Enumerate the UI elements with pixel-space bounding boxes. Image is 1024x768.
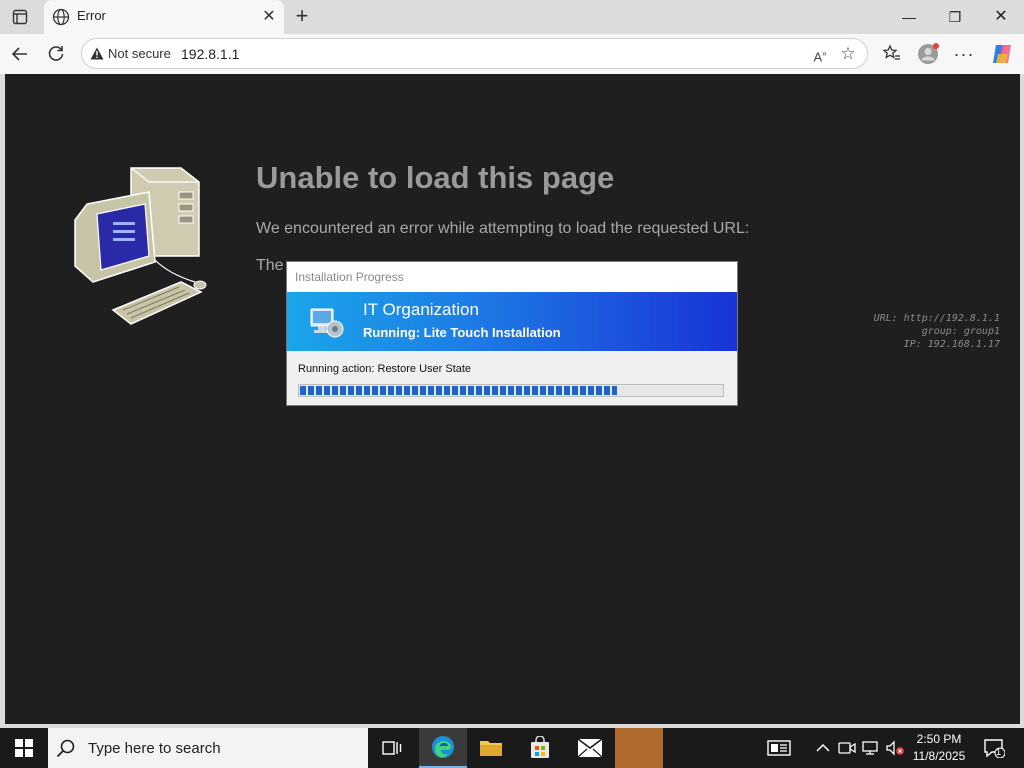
favorite-star-icon[interactable]: ☆ bbox=[838, 44, 858, 64]
edge-taskbar-icon[interactable] bbox=[419, 728, 467, 768]
clock-time[interactable]: 2:50 PM bbox=[904, 732, 974, 746]
search-icon bbox=[56, 738, 76, 758]
progress-fill bbox=[300, 386, 617, 395]
meta-url: URL: http://192.8.1.1 bbox=[873, 313, 1000, 324]
dialog-title: Installation Progress bbox=[295, 270, 404, 284]
tab-actions-icon[interactable] bbox=[8, 7, 32, 27]
running-task: Running: Lite Touch Installation bbox=[363, 325, 561, 340]
dialog-banner: IT Organization Running: Lite Touch Inst… bbox=[287, 292, 737, 351]
browser-toolbar: Not secure 192.8.1.1 A» ☆ ··· bbox=[0, 34, 1024, 74]
copilot-icon[interactable] bbox=[990, 42, 1014, 66]
diagnostic-info: URL: http://192.8.1.1 group: group1 IP: … bbox=[874, 312, 1000, 351]
dialog-titlebar[interactable]: Installation Progress bbox=[287, 262, 737, 292]
error-details-partial: The bbox=[256, 257, 284, 274]
taskbar: Type here to search 2:50 PM 11/8/2025 1 bbox=[0, 728, 1024, 768]
tab-error[interactable]: Error ✕ bbox=[44, 0, 284, 34]
organization-name: IT Organization bbox=[363, 300, 479, 319]
progress-bar bbox=[298, 384, 724, 397]
meet-now-icon[interactable] bbox=[837, 738, 857, 758]
volume-muted-icon[interactable] bbox=[885, 738, 905, 758]
read-aloud-icon[interactable]: A» bbox=[810, 44, 830, 64]
restore-button[interactable]: ❐ bbox=[932, 4, 978, 30]
page-title: Unable to load this page bbox=[256, 160, 615, 195]
tab-strip: Error ✕ + — ❐ ✕ bbox=[0, 0, 1024, 34]
file-explorer-icon[interactable] bbox=[467, 728, 515, 768]
address-bar[interactable]: Not secure 192.8.1.1 A» ☆ bbox=[81, 38, 868, 69]
news-widget-icon[interactable] bbox=[766, 738, 792, 758]
notification-center-icon[interactable]: 1 bbox=[982, 738, 1006, 758]
taskbar-search-box[interactable]: Type here to search bbox=[48, 728, 368, 768]
task-view-icon[interactable] bbox=[368, 728, 416, 768]
back-arrow-icon[interactable] bbox=[8, 42, 32, 66]
tab-title: Error bbox=[77, 8, 106, 23]
meta-ip: IP: 192.168.1.17 bbox=[903, 339, 1000, 350]
close-window-button[interactable]: ✕ bbox=[978, 4, 1024, 30]
microsoft-store-icon[interactable] bbox=[516, 728, 564, 768]
error-description: We encountered an error while attempting… bbox=[256, 220, 750, 237]
installation-progress-dialog: Installation Progress IT Organization Ru… bbox=[286, 261, 738, 406]
minimize-button[interactable]: — bbox=[886, 4, 932, 30]
search-placeholder: Type here to search bbox=[88, 740, 221, 757]
network-icon[interactable] bbox=[861, 738, 881, 758]
chevron-up-icon[interactable] bbox=[813, 738, 833, 758]
running-app-button[interactable] bbox=[615, 728, 663, 768]
meta-group: group: group1 bbox=[921, 326, 1000, 337]
security-label[interactable]: Not secure bbox=[108, 46, 171, 61]
notification-count: 1 bbox=[996, 747, 1002, 757]
current-action: Running action: Restore User State bbox=[298, 363, 472, 375]
favorites-list-icon[interactable] bbox=[880, 42, 904, 66]
close-tab-icon[interactable]: ✕ bbox=[260, 8, 278, 26]
clock-date[interactable]: 11/8/2025 bbox=[904, 749, 974, 763]
start-button[interactable] bbox=[0, 728, 48, 768]
deployment-computer-icon bbox=[309, 303, 345, 339]
profile-avatar[interactable] bbox=[916, 42, 940, 66]
refresh-icon[interactable] bbox=[44, 42, 68, 66]
warning-icon[interactable] bbox=[90, 47, 104, 60]
more-options-icon[interactable]: ··· bbox=[952, 42, 976, 66]
new-tab-button[interactable]: + bbox=[290, 4, 314, 28]
url-text[interactable]: 192.8.1.1 bbox=[181, 46, 239, 62]
computer-illustration-icon bbox=[69, 164, 214, 334]
globe-icon bbox=[52, 8, 70, 26]
mail-icon[interactable] bbox=[566, 728, 614, 768]
